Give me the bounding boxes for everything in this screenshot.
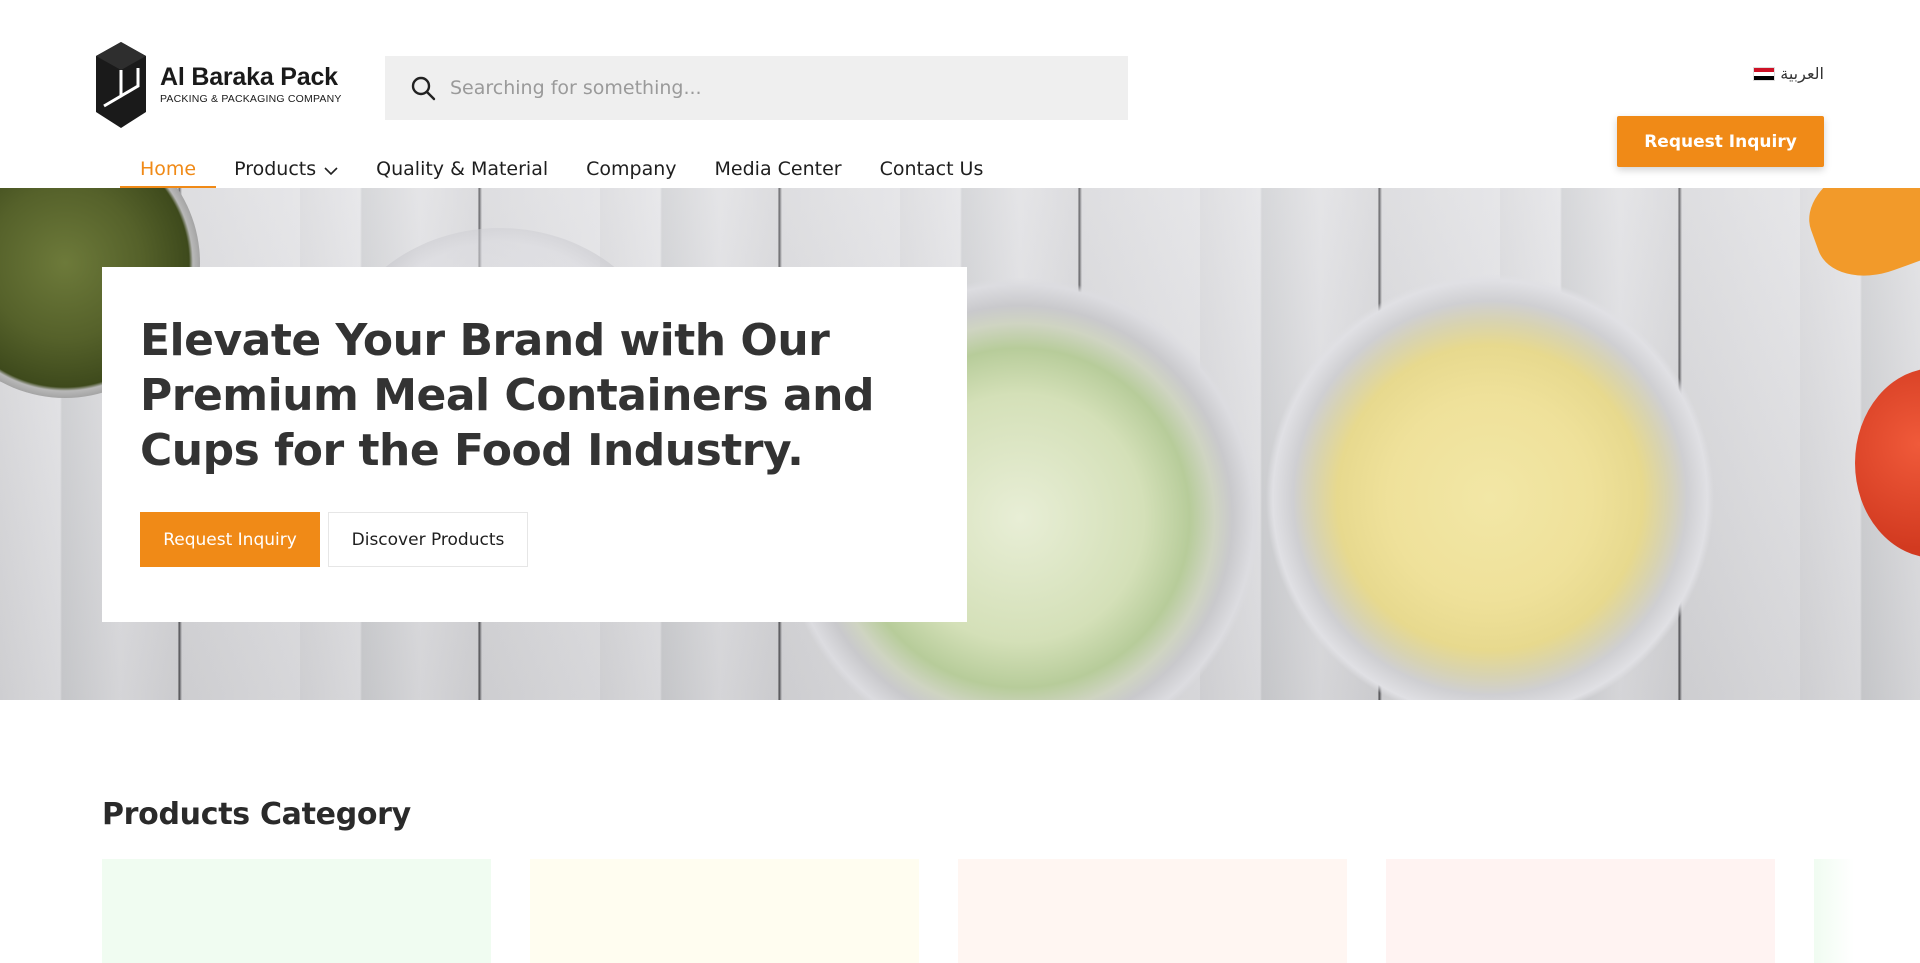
search-icon[interactable] — [410, 75, 436, 101]
products-category-title: Products Category — [102, 797, 411, 832]
brand-tagline: PACKING & PACKAGING COMPANY — [160, 93, 342, 105]
hero-actions: Request Inquiry Discover Products — [140, 512, 929, 567]
category-card[interactable] — [102, 859, 491, 963]
nav-item-media-center[interactable]: Media Center — [715, 150, 842, 188]
nav-item-contact-us[interactable]: Contact Us — [880, 150, 984, 188]
hero-title: Elevate Your Brand with Our Premium Meal… — [140, 315, 874, 476]
nav-item-quality-material[interactable]: Quality & Material — [376, 150, 548, 188]
category-card[interactable] — [958, 859, 1347, 963]
site-header: Al Baraka Pack PACKING & PACKAGING COMPA… — [0, 0, 1920, 188]
language-label: العربية — [1780, 64, 1824, 83]
nav-item-products[interactable]: Products — [234, 150, 338, 188]
hero-banner: Elevate Your Brand with Our Premium Meal… — [0, 188, 1920, 700]
hero-card: Elevate Your Brand with Our Premium Meal… — [102, 267, 967, 622]
nav-item-home[interactable]: Home — [120, 150, 217, 188]
nav-item-products-label: Products — [234, 158, 317, 180]
chevron-down-icon — [324, 167, 338, 176]
brand-name: Al Baraka Pack — [160, 63, 338, 91]
request-inquiry-button-header[interactable]: Request Inquiry — [1617, 116, 1824, 167]
request-inquiry-button[interactable]: Request Inquiry — [140, 512, 320, 567]
egypt-flag-icon — [1753, 66, 1776, 81]
search-bar[interactable] — [385, 56, 1128, 120]
category-card[interactable] — [1814, 859, 1920, 963]
nav-item-company[interactable]: Company — [586, 150, 676, 188]
logo[interactable]: Al Baraka Pack PACKING & PACKAGING COMPA… — [96, 38, 342, 130]
logo-icon — [96, 42, 146, 128]
main-nav: Home Products Quality & Material Company… — [120, 150, 1021, 188]
category-card[interactable] — [1386, 859, 1775, 963]
search-input[interactable] — [450, 77, 1090, 99]
language-switcher[interactable]: العربية — [1753, 64, 1824, 83]
category-card[interactable] — [530, 859, 919, 963]
discover-products-button[interactable]: Discover Products — [328, 512, 528, 567]
